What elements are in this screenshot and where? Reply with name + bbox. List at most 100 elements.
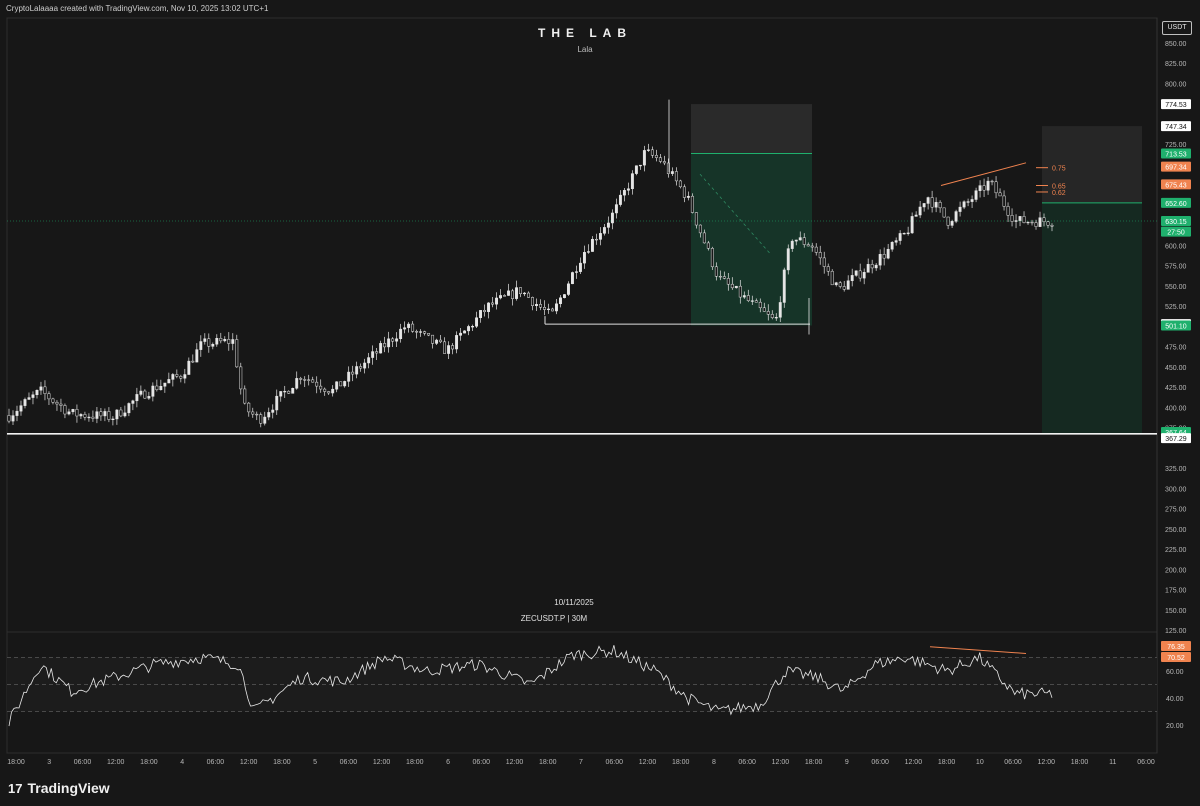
candle-body <box>690 195 694 213</box>
candle-body <box>111 418 115 420</box>
candle-body <box>527 292 530 298</box>
candle-body <box>515 287 518 299</box>
price-tick-label: 225.00 <box>1165 547 1187 554</box>
candle-body <box>43 386 47 394</box>
time-tick-label: 18:00 <box>273 759 291 766</box>
candle-body <box>738 285 742 298</box>
candle-body <box>674 171 678 182</box>
candle-body <box>734 285 738 289</box>
candle-body <box>343 381 347 387</box>
candle-body <box>654 155 658 158</box>
time-tick-label: 06:00 <box>340 759 358 766</box>
candle-body <box>854 270 858 276</box>
candle-body <box>898 233 902 241</box>
price-label-text: 713.53 <box>1165 151 1187 158</box>
time-tick-label: 06:00 <box>207 759 225 766</box>
candle-body <box>586 251 590 253</box>
candle-body <box>758 301 762 309</box>
time-tick-label: 06:00 <box>473 759 491 766</box>
price-tick-label: 425.00 <box>1165 385 1187 392</box>
chart-canvas[interactable]: 0.750.650.62 850.00825.00800.00775.00725… <box>0 0 1200 806</box>
candle-body <box>978 185 982 191</box>
candle-body <box>862 272 866 279</box>
candle-body <box>131 400 135 404</box>
candle-body <box>151 385 155 397</box>
candle-body <box>267 412 271 418</box>
time-tick-label: 9 <box>845 759 849 766</box>
candle-body <box>826 266 830 272</box>
candle-body <box>567 283 570 295</box>
candle-body <box>990 180 994 183</box>
candle-body <box>746 295 750 301</box>
time-tick-label: 12:00 <box>1038 759 1056 766</box>
price-tick-label: 450.00 <box>1165 365 1187 372</box>
candle-body <box>846 280 850 290</box>
candle-body <box>467 326 471 332</box>
candle-body <box>998 192 1002 197</box>
candle-body <box>582 252 586 264</box>
candle-body <box>706 242 710 249</box>
candle-body <box>830 270 834 286</box>
candle-body <box>934 202 938 208</box>
candle-body <box>115 409 119 420</box>
candle-body <box>11 415 15 422</box>
candle-body <box>810 245 814 248</box>
candle-body <box>563 294 566 299</box>
candle-body <box>459 332 463 336</box>
candle-body <box>371 351 375 358</box>
candle-body <box>487 302 490 312</box>
rsi-label-text: 70.52 <box>1167 655 1185 662</box>
candle-body <box>786 248 790 271</box>
candle-body <box>51 398 55 403</box>
time-tick-label: 12:00 <box>506 759 524 766</box>
candle-body <box>99 411 103 417</box>
candle-body <box>379 343 383 354</box>
candle-body <box>782 269 786 303</box>
time-tick-label: 12:00 <box>240 759 258 766</box>
time-tick-label: 4 <box>180 759 184 766</box>
candle-body <box>814 246 818 253</box>
candle-body <box>794 239 798 242</box>
candle-body <box>535 304 538 306</box>
tradingview-logo[interactable]: 17 TradingView <box>8 778 110 798</box>
candle-body <box>1018 216 1022 221</box>
candle-body <box>982 185 986 191</box>
candle-body <box>279 391 283 397</box>
price-tick-label: 800.00 <box>1165 81 1187 88</box>
candle-body <box>658 157 662 162</box>
candle-body <box>259 414 263 424</box>
candle-body <box>471 326 475 328</box>
candle-body <box>1034 222 1038 227</box>
candle-body <box>938 202 942 209</box>
time-tick-label: 18:00 <box>1071 759 1089 766</box>
time-tick-label: 06:00 <box>871 759 889 766</box>
candle-body <box>287 390 291 394</box>
candle-body <box>630 173 634 190</box>
price-tick-label: 575.00 <box>1165 264 1187 271</box>
candle-body <box>399 328 403 340</box>
price-label-text: 630.15 <box>1165 219 1187 226</box>
price-label-text: 675.43 <box>1165 182 1187 189</box>
candle-body <box>930 197 934 208</box>
candle-body <box>163 382 167 387</box>
rsi-tick-label: 60.00 <box>1166 669 1184 676</box>
candle-body <box>890 242 894 250</box>
candle-body <box>447 345 451 354</box>
candle-body <box>347 371 351 382</box>
candle-body <box>571 272 574 285</box>
candle-body <box>878 254 882 266</box>
candle-body <box>363 362 367 369</box>
candle-body <box>499 295 502 299</box>
price-label-text: 501.10 <box>1165 323 1187 330</box>
candle-body <box>842 286 846 290</box>
candle-body <box>722 276 726 279</box>
price-axis: 850.00825.00800.00775.00725.00600.00575.… <box>1161 41 1191 730</box>
candle-body <box>1030 221 1034 224</box>
candle-body <box>367 357 371 364</box>
candle-body <box>119 409 123 417</box>
candle-body <box>439 339 443 343</box>
candle-body <box>211 343 215 347</box>
candle-body <box>215 338 219 345</box>
candle-body <box>762 307 766 312</box>
candle-body <box>79 414 83 417</box>
